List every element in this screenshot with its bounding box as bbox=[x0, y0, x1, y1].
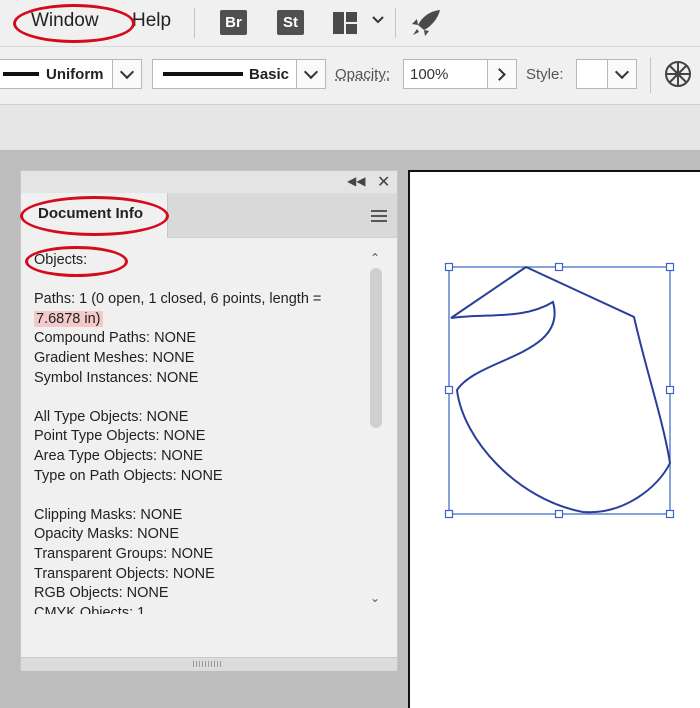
style-dropdown[interactable] bbox=[607, 59, 637, 89]
info-line: Gradient Meshes: NONE bbox=[34, 349, 195, 366]
style-label: Style: bbox=[526, 66, 564, 83]
panel-titlebar[interactable]: ◀◀ ✕ bbox=[21, 171, 397, 194]
menu-separator bbox=[194, 8, 195, 38]
objects-heading: Objects: bbox=[34, 252, 88, 268]
stroke-profile-field[interactable]: Uniform bbox=[0, 59, 113, 89]
stroke-profile-value: Uniform bbox=[46, 66, 104, 83]
chevron-down-icon[interactable] bbox=[371, 13, 385, 27]
style-swatch[interactable] bbox=[576, 59, 608, 89]
selected-path-artwork[interactable] bbox=[408, 170, 700, 708]
brush-value: Basic bbox=[249, 66, 290, 83]
opacity-label[interactable]: Opacity: bbox=[335, 66, 390, 83]
info-line: Clipping Masks: NONE bbox=[34, 506, 183, 523]
info-line: Transparent Objects: NONE bbox=[34, 565, 215, 582]
recolor-artwork-icon[interactable] bbox=[664, 60, 692, 88]
tab-label: Document Info bbox=[38, 205, 143, 222]
document-info-panel: ◀◀ ✕ Document Info Objects: Paths: 1 (0 … bbox=[20, 170, 398, 671]
info-line: Point Type Objects: NONE bbox=[34, 428, 206, 445]
opacity-value: 100% bbox=[410, 66, 449, 83]
resize-grip-icon[interactable] bbox=[193, 661, 223, 667]
scroll-down-icon[interactable]: ⌄ bbox=[370, 591, 380, 605]
panel-tab-row: Document Info bbox=[21, 193, 397, 238]
info-line: All Type Objects: NONE bbox=[34, 408, 189, 425]
collapse-panel-icon[interactable]: ◀◀ bbox=[347, 174, 365, 188]
stroke-preview bbox=[3, 72, 39, 76]
scroll-thumb[interactable] bbox=[370, 268, 382, 428]
artboard[interactable] bbox=[408, 170, 700, 708]
panel-menu-icon[interactable] bbox=[371, 209, 387, 222]
scroll-up-icon[interactable]: ⌃ bbox=[370, 251, 380, 265]
tab-document-info[interactable]: Document Info bbox=[21, 193, 168, 238]
stock-icon[interactable]: St bbox=[277, 10, 304, 35]
brush-dropdown[interactable] bbox=[296, 59, 326, 89]
brush-preview bbox=[163, 72, 243, 76]
info-line: Symbol Instances: NONE bbox=[34, 369, 199, 386]
brush-field[interactable]: Basic bbox=[152, 59, 297, 89]
control-separator bbox=[650, 57, 651, 93]
menu-help[interactable]: Help bbox=[132, 10, 171, 32]
control-bar: Uniform Basic Opacity: 100% Style: bbox=[0, 47, 700, 105]
info-line: Transparent Groups: NONE bbox=[34, 545, 214, 562]
rocket-icon[interactable] bbox=[410, 8, 442, 38]
paths-length: 7.6878 in) bbox=[34, 310, 103, 327]
toolbar-strip bbox=[0, 105, 700, 150]
panel-resize-bar[interactable] bbox=[21, 657, 397, 671]
close-icon[interactable]: ✕ bbox=[377, 172, 390, 192]
arrange-documents-icon[interactable] bbox=[333, 12, 363, 34]
info-line: Area Type Objects: NONE bbox=[34, 447, 203, 464]
bridge-icon[interactable]: Br bbox=[220, 10, 247, 35]
info-line: Type on Path Objects: NONE bbox=[34, 467, 223, 484]
paths-info: Paths: 1 (0 open, 1 closed, 6 points, le… bbox=[34, 291, 322, 308]
document-info-content: Objects: Paths: 1 (0 open, 1 closed, 6 p… bbox=[34, 251, 364, 614]
menu-separator bbox=[395, 8, 396, 38]
info-line: Opacity Masks: NONE bbox=[34, 526, 180, 543]
stroke-profile-dropdown[interactable] bbox=[112, 59, 142, 89]
menu-bar: Window Help Br St bbox=[0, 0, 700, 47]
info-line: RGB Objects: NONE bbox=[34, 585, 169, 602]
menu-window[interactable]: Window bbox=[31, 10, 99, 32]
info-line: Compound Paths: NONE bbox=[34, 330, 196, 347]
info-line-clipped: CMYK Objects: 1 bbox=[34, 604, 146, 614]
opacity-field[interactable]: 100% bbox=[403, 59, 488, 89]
opacity-slider-button[interactable] bbox=[487, 59, 517, 89]
